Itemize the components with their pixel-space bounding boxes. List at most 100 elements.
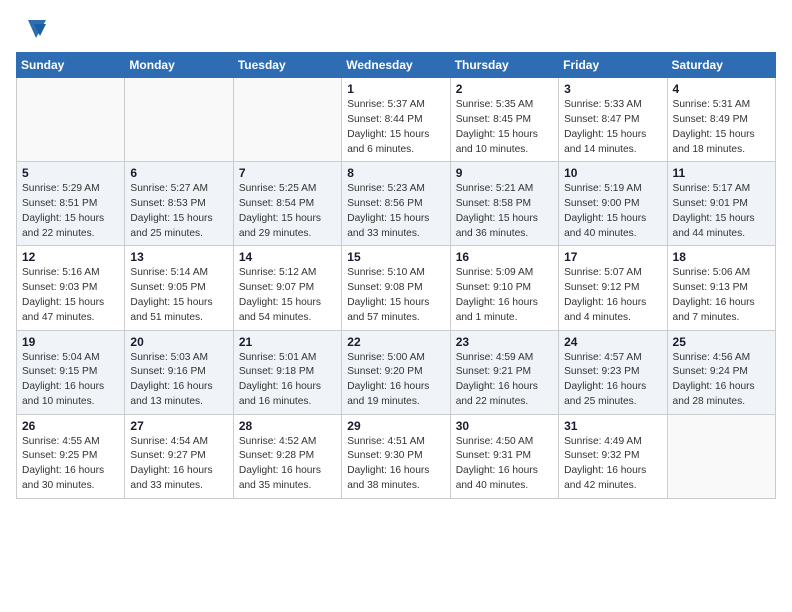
day-number: 1 [347, 82, 444, 96]
day-info: Sunrise: 5:01 AM Sunset: 9:18 PM Dayligh… [239, 351, 336, 410]
calendar-col-header: Friday [559, 53, 667, 78]
day-info: Sunrise: 5:16 AM Sunset: 9:03 PM Dayligh… [22, 266, 119, 325]
day-info: Sunrise: 5:23 AM Sunset: 8:56 PM Dayligh… [347, 182, 444, 241]
calendar-cell: 3 Sunrise: 5:33 AM Sunset: 8:47 PM Daylig… [559, 78, 667, 162]
day-number: 15 [347, 250, 444, 264]
calendar-cell: 25Sunrise: 4:56 AM Sunset: 9:24 PM Dayli… [667, 330, 775, 414]
calendar-week-row: 5 Sunrise: 5:29 AM Sunset: 8:51 PM Daylig… [17, 162, 776, 246]
day-info: Sunrise: 5:10 AM Sunset: 9:08 PM Dayligh… [347, 266, 444, 325]
day-info: Sunrise: 5:04 AM Sunset: 9:15 PM Dayligh… [22, 351, 119, 410]
day-info: Sunrise: 5:14 AM Sunset: 9:05 PM Dayligh… [130, 266, 227, 325]
calendar-week-row: 19 Sunrise: 5:04 AM Sunset: 9:15 PM Dayli… [17, 330, 776, 414]
day-number: 6 [130, 166, 227, 180]
day-info: Sunrise: 5:12 AM Sunset: 9:07 PM Dayligh… [239, 266, 336, 325]
page-header [16, 16, 776, 40]
day-number: 18 [673, 250, 770, 264]
day-number: 11 [673, 166, 770, 180]
calendar-cell [17, 78, 125, 162]
day-number: 13 [130, 250, 227, 264]
calendar-cell: 17 Sunrise: 5:07 AM Sunset: 9:12 PM Dayli… [559, 246, 667, 330]
day-number: 2 [456, 82, 553, 96]
calendar-cell [125, 78, 233, 162]
calendar-week-row: 26 Sunrise: 4:55 AM Sunset: 9:25 PM Dayli… [17, 414, 776, 498]
day-info: Sunrise: 5:07 AM Sunset: 9:12 PM Dayligh… [564, 266, 661, 325]
day-number: 7 [239, 166, 336, 180]
calendar-header-row: SundayMondayTuesdayWednesdayThursdayFrid… [17, 53, 776, 78]
day-info: Sunrise: 5:21 AM Sunset: 8:58 PM Dayligh… [456, 182, 553, 241]
calendar-cell: 23Sunrise: 4:59 AM Sunset: 9:21 PM Dayli… [450, 330, 558, 414]
calendar-col-header: Thursday [450, 53, 558, 78]
calendar-cell: 5 Sunrise: 5:29 AM Sunset: 8:51 PM Daylig… [17, 162, 125, 246]
day-number: 8 [347, 166, 444, 180]
calendar-cell: 9 Sunrise: 5:21 AM Sunset: 8:58 PM Daylig… [450, 162, 558, 246]
day-number: 19 [22, 335, 119, 349]
calendar-col-header: Sunday [17, 53, 125, 78]
day-info: Sunrise: 4:52 AM Sunset: 9:28 PM Dayligh… [239, 435, 336, 494]
day-info: Sunrise: 5:35 AM Sunset: 8:45 PM Dayligh… [456, 98, 553, 157]
calendar-col-header: Wednesday [342, 53, 450, 78]
day-info: Sunrise: 5:31 AM Sunset: 8:49 PM Dayligh… [673, 98, 770, 157]
calendar-cell: 28 Sunrise: 4:52 AM Sunset: 9:28 PM Dayli… [233, 414, 341, 498]
calendar-cell: 29 Sunrise: 4:51 AM Sunset: 9:30 PM Dayli… [342, 414, 450, 498]
day-info: Sunrise: 4:51 AM Sunset: 9:30 PM Dayligh… [347, 435, 444, 494]
day-number: 28 [239, 419, 336, 433]
day-info: Sunrise: 4:54 AM Sunset: 9:27 PM Dayligh… [130, 435, 227, 494]
day-number: 14 [239, 250, 336, 264]
calendar-cell: 21 Sunrise: 5:01 AM Sunset: 9:18 PM Dayli… [233, 330, 341, 414]
day-number: 4 [673, 82, 770, 96]
calendar-week-row: 12 Sunrise: 5:16 AM Sunset: 9:03 PM Dayli… [17, 246, 776, 330]
calendar-col-header: Saturday [667, 53, 775, 78]
day-number: 22 [347, 335, 444, 349]
day-number: 26 [22, 419, 119, 433]
logo [16, 16, 52, 40]
calendar-cell: 18Sunrise: 5:06 AM Sunset: 9:13 PM Dayli… [667, 246, 775, 330]
day-info: Sunrise: 5:09 AM Sunset: 9:10 PM Dayligh… [456, 266, 553, 325]
day-info: Sunrise: 4:57 AM Sunset: 9:23 PM Dayligh… [564, 351, 661, 410]
day-number: 29 [347, 419, 444, 433]
calendar-cell: 22 Sunrise: 5:00 AM Sunset: 9:20 PM Dayli… [342, 330, 450, 414]
day-number: 16 [456, 250, 553, 264]
day-info: Sunrise: 5:03 AM Sunset: 9:16 PM Dayligh… [130, 351, 227, 410]
calendar-cell: 11 Sunrise: 5:17 AM Sunset: 9:01 PM Dayli… [667, 162, 775, 246]
calendar-cell [233, 78, 341, 162]
calendar-col-header: Monday [125, 53, 233, 78]
day-info: Sunrise: 4:49 AM Sunset: 9:32 PM Dayligh… [564, 435, 661, 494]
day-info: Sunrise: 5:25 AM Sunset: 8:54 PM Dayligh… [239, 182, 336, 241]
calendar-cell: 1 Sunrise: 5:37 AM Sunset: 8:44 PM Daylig… [342, 78, 450, 162]
day-number: 23 [456, 335, 553, 349]
calendar-cell: 6Sunrise: 5:27 AM Sunset: 8:53 PM Daylig… [125, 162, 233, 246]
calendar-col-header: Tuesday [233, 53, 341, 78]
day-info: Sunrise: 4:50 AM Sunset: 9:31 PM Dayligh… [456, 435, 553, 494]
calendar-week-row: 1 Sunrise: 5:37 AM Sunset: 8:44 PM Daylig… [17, 78, 776, 162]
calendar-cell: 27 Sunrise: 4:54 AM Sunset: 9:27 PM Dayli… [125, 414, 233, 498]
calendar-cell: 16 Sunrise: 5:09 AM Sunset: 9:10 PM Dayli… [450, 246, 558, 330]
day-info: Sunrise: 4:55 AM Sunset: 9:25 PM Dayligh… [22, 435, 119, 494]
day-number: 5 [22, 166, 119, 180]
day-number: 3 [564, 82, 661, 96]
calendar-cell: 24 Sunrise: 4:57 AM Sunset: 9:23 PM Dayli… [559, 330, 667, 414]
day-info: Sunrise: 5:29 AM Sunset: 8:51 PM Dayligh… [22, 182, 119, 241]
day-number: 24 [564, 335, 661, 349]
calendar-cell: 2 Sunrise: 5:35 AM Sunset: 8:45 PM Daylig… [450, 78, 558, 162]
day-number: 9 [456, 166, 553, 180]
day-info: Sunrise: 5:37 AM Sunset: 8:44 PM Dayligh… [347, 98, 444, 157]
logo-text [16, 16, 50, 40]
calendar-table: SundayMondayTuesdayWednesdayThursdayFrid… [16, 52, 776, 499]
day-number: 12 [22, 250, 119, 264]
day-number: 27 [130, 419, 227, 433]
day-info: Sunrise: 4:56 AM Sunset: 9:24 PM Dayligh… [673, 351, 770, 410]
calendar-cell: 13 Sunrise: 5:14 AM Sunset: 9:05 PM Dayli… [125, 246, 233, 330]
day-number: 31 [564, 419, 661, 433]
calendar-cell: 8 Sunrise: 5:23 AM Sunset: 8:56 PM Daylig… [342, 162, 450, 246]
day-number: 21 [239, 335, 336, 349]
calendar-cell: 31 Sunrise: 4:49 AM Sunset: 9:32 PM Dayli… [559, 414, 667, 498]
day-number: 17 [564, 250, 661, 264]
day-info: Sunrise: 5:00 AM Sunset: 9:20 PM Dayligh… [347, 351, 444, 410]
calendar-cell [667, 414, 775, 498]
calendar-cell: 4 Sunrise: 5:31 AM Sunset: 8:49 PM Daylig… [667, 78, 775, 162]
day-info: Sunrise: 5:17 AM Sunset: 9:01 PM Dayligh… [673, 182, 770, 241]
day-info: Sunrise: 5:33 AM Sunset: 8:47 PM Dayligh… [564, 98, 661, 157]
calendar-cell: 30Sunrise: 4:50 AM Sunset: 9:31 PM Dayli… [450, 414, 558, 498]
logo-icon [18, 18, 48, 40]
day-number: 10 [564, 166, 661, 180]
